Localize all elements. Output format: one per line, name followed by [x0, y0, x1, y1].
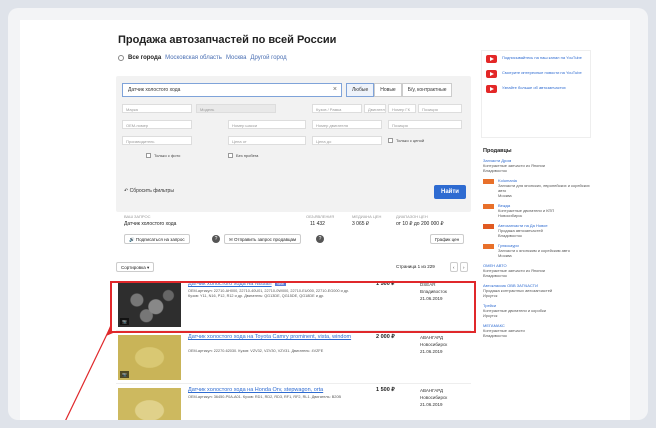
youtube-icon [486, 55, 497, 63]
item-description: OEM-артикул: 22270-62030. Кузов: VZV32, … [188, 349, 324, 353]
item-seller: АВАНГАРД Новосибирск 21.06.2019 [420, 335, 448, 354]
location-pin-icon [118, 55, 124, 61]
city-other[interactable]: Другой город [250, 55, 286, 61]
item-seller: АВАНГАРД Новосибирск 21.06.2019 [420, 388, 448, 407]
seller-logo-icon [483, 179, 494, 184]
seller-item[interactable]: ОМЕН АВТО Контрактные запчасти из Японии… [481, 263, 591, 278]
promo-item[interactable]: Подписывайтесь на наш канал на YouTube [486, 55, 586, 63]
number-select[interactable]: Номер ГК [388, 104, 416, 113]
youtube-icon [486, 85, 497, 93]
chassis-input[interactable]: Номер шасси [228, 120, 306, 129]
only-with-photo-checkbox[interactable]: Только с фото [146, 153, 180, 158]
prev-page-button[interactable]: ‹ [450, 262, 458, 272]
engine-select[interactable]: Двигатель [364, 104, 386, 113]
range-label: ДИАПАЗОН ЦЕН [396, 214, 428, 219]
find-button[interactable]: Найти [434, 185, 466, 199]
price-to-input[interactable]: Цена до [312, 136, 382, 145]
item-title[interactable]: Датчик холостого хода на Honda Orv, step… [188, 387, 323, 393]
subscribe-button[interactable]: 🔊 Подписаться на запрос [124, 234, 190, 244]
sellers-heading: Продавцы [483, 148, 512, 154]
reset-filters-link[interactable]: ↶ Сбросить фильтры [124, 188, 174, 194]
seller-item[interactable]: Запчасти Дром Контрактные запчасти из Яп… [481, 158, 591, 173]
annotation-arrow-icon [65, 326, 113, 420]
count-label: ОБЪЯВЛЕНИЯ [306, 214, 335, 219]
send-request-button[interactable]: ✉ Отправить запрос продавцам [224, 234, 302, 244]
checkbox-icon [388, 138, 393, 143]
city-selector: Все города Московская область Москва Дру… [118, 55, 287, 61]
body-select[interactable]: Кузов / Рамка [312, 104, 362, 113]
promo-item[interactable]: Узнайте больше об автозапчастях [486, 85, 586, 93]
promo-item[interactable]: Смотрите интересные новости на YouTube [486, 70, 586, 78]
item-photo[interactable]: 📷 [118, 335, 181, 380]
range-value: от 10 ₽ до 200 000 ₽ [396, 221, 444, 227]
seller-item[interactable]: МЕГАМАКС Контрактные запчасти Владивосто… [481, 323, 591, 338]
page: Продажа автозапчастей по всей России Все… [20, 20, 630, 420]
city-all[interactable]: Все города [128, 55, 161, 61]
city-moscow[interactable]: Москва [226, 55, 246, 61]
query-value: Датчик холостого хода [124, 221, 177, 227]
item-photo[interactable]: 📷 [118, 388, 181, 420]
help-icon[interactable]: ? [316, 235, 324, 243]
seller-item[interactable]: Автозапчасти на Да Новое Продажа автозап… [481, 223, 591, 238]
pagination-text: Страница 1 из 229 [396, 264, 435, 269]
median-label: МЕДИАНА ЦЕН [352, 214, 382, 219]
seller-logo-icon [483, 204, 494, 209]
list-item[interactable]: 📷 Датчик холостого хода на Toyota Camry … [116, 331, 471, 384]
oem-input[interactable]: OEM-номер [122, 120, 192, 129]
make-select[interactable]: Марка [122, 104, 192, 113]
seller-item[interactable]: Kolumania Запчасти для японских, европей… [481, 178, 591, 198]
search-input[interactable]: Датчик холостого хода × [122, 83, 342, 97]
seller-logo-icon [483, 244, 494, 249]
median-value: 3 065 ₽ [352, 221, 370, 227]
condition-segment: Любые Новые Б/у, контрактные [346, 83, 453, 97]
manufacturer-select[interactable]: Производитель [122, 136, 192, 145]
seller-item[interactable]: Трейси Контрактные двигатели и коробки И… [481, 303, 591, 318]
no-mileage-checkbox[interactable]: Без пробега [228, 153, 258, 158]
position-input[interactable]: Позиция [388, 120, 462, 129]
search-stats: ВАШ ЗАПРОС Датчик холостого хода ОБЪЯВЛЕ… [116, 212, 471, 252]
youtube-icon [486, 70, 497, 78]
price-from-input[interactable]: Цена от [228, 136, 306, 145]
item-title[interactable]: Датчик холостого хода на Toyota Camry pr… [188, 334, 351, 340]
filter-panel: Датчик холостого хода × Любые Новые Б/у,… [116, 76, 471, 212]
model-select[interactable]: Модель [196, 104, 276, 113]
page-title: Продажа автозапчастей по всей России [118, 34, 337, 46]
next-page-button[interactable]: › [460, 262, 468, 272]
youtube-promo: Подписывайтесь на наш канал на YouTube С… [481, 50, 591, 138]
condition-any[interactable]: Любые [346, 83, 375, 97]
seller-item[interactable]: Автоклассик ОВВ ЗАПЧАСТИ Продажа контрак… [481, 283, 591, 298]
price-chart-button[interactable]: График цен [430, 234, 465, 244]
seller-item[interactable]: Вежда Контрактные двигатели и КПП Новоси… [481, 203, 591, 218]
seller-item[interactable]: Гуляскаури Запчасти к японским и корейск… [481, 243, 591, 258]
sort-select[interactable]: Сортировка ▾ [116, 262, 155, 272]
clear-icon[interactable]: × [333, 86, 337, 93]
help-icon[interactable]: ? [212, 235, 220, 243]
item-price: 1 500 ₽ [376, 387, 395, 393]
only-with-price-checkbox[interactable]: Только с ценой [388, 138, 424, 143]
city-moscow-region[interactable]: Московская область [165, 55, 222, 61]
item-price: 2 000 ₽ [376, 334, 395, 340]
query-label: ВАШ ЗАПРОС [124, 214, 151, 219]
sort-row: Сортировка ▾ Страница 1 из 229 ‹ › [116, 262, 471, 274]
checkbox-icon [228, 153, 233, 158]
condition-used[interactable]: Б/у, контрактные [401, 83, 453, 97]
highlight-box [110, 281, 476, 333]
checkbox-icon [146, 153, 151, 158]
item-description: OEM-артикул: 36450-P0A-A01. Кузов: RD1, … [188, 395, 342, 399]
seller-logo-icon [483, 224, 494, 229]
sidebar: Подписывайтесь на наш канал на YouTube С… [481, 50, 591, 420]
list-item[interactable]: 📷 Датчик холостого хода на Honda Orv, st… [116, 384, 471, 420]
engine-number-input[interactable]: Номер двигателя [312, 120, 382, 129]
count-value: 11 432 [310, 221, 325, 227]
position-select[interactable]: Позиция [418, 104, 462, 113]
condition-new[interactable]: Новые [374, 83, 402, 97]
